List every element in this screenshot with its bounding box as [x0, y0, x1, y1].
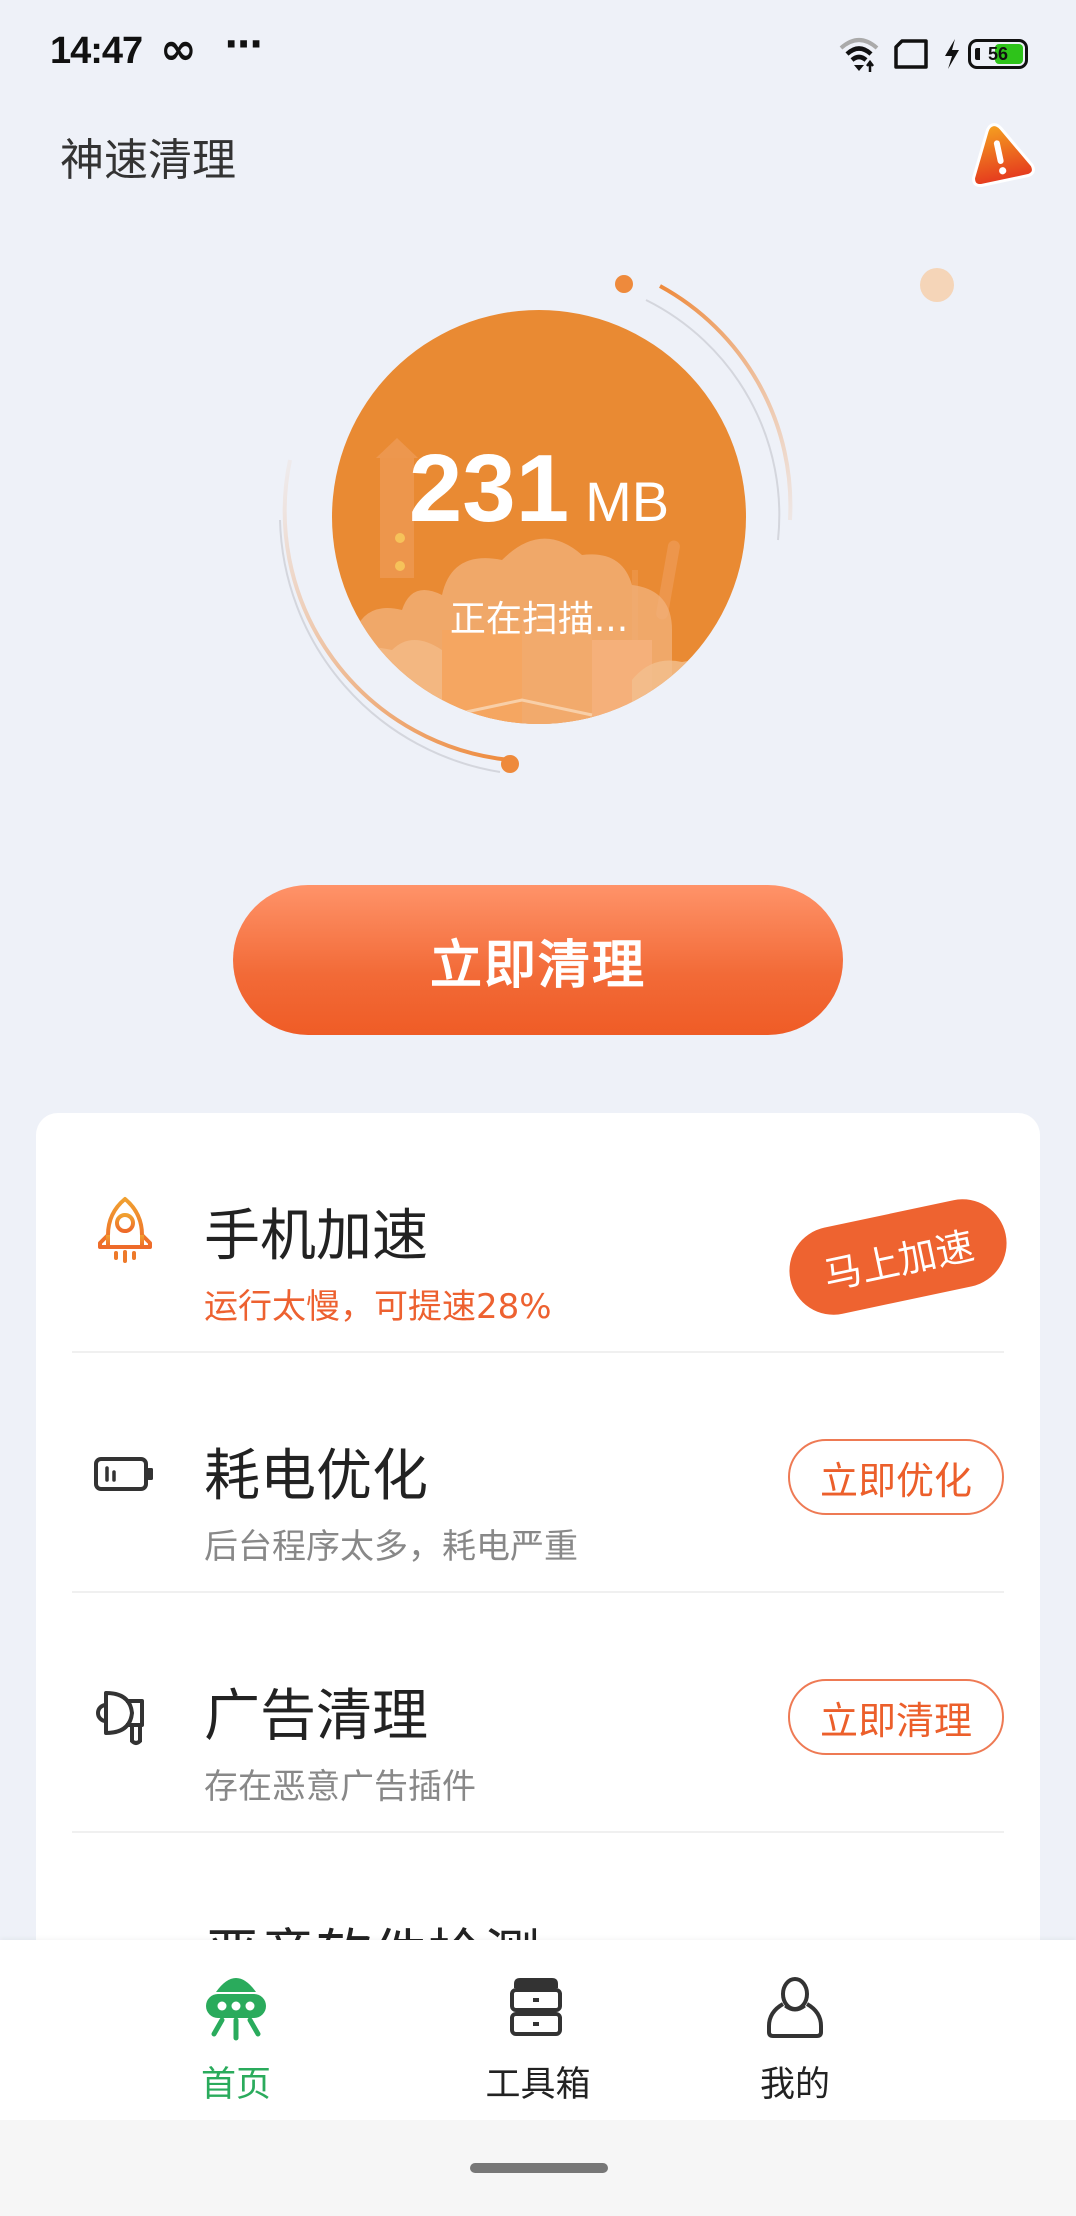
scan-size-unit: MB [585, 470, 670, 533]
battery-level: 56 [987, 43, 1009, 64]
megaphone-icon [96, 1691, 144, 1745]
nav-tab-home[interactable]: 首页 [0, 1940, 358, 2120]
feature-row-battery[interactable]: 耗电优化 后台程序太多，耗电严重 立即优化 [36, 1353, 1040, 1593]
clean-ads-button[interactable]: 立即清理 [788, 1679, 1004, 1755]
app-title: 神速清理 [60, 135, 236, 186]
battery-indicator: 56 [968, 39, 1028, 69]
feature-row-boost[interactable]: 手机加速 运行太慢，可提速28% 马上加速 [36, 1113, 1040, 1353]
bottom-nav: 首页 工具箱 我的 [0, 1940, 1076, 2120]
scan-status: 正在扫描... [449, 599, 629, 640]
ufo-home-icon [206, 1978, 266, 2041]
feature-subtitle: 运行太慢，可提速28% [204, 1287, 552, 1327]
rocket-icon [98, 1197, 152, 1263]
app-screen: 14:47 ∞ ··· 56 神速清理 231 MB 正在扫描... 立即清理 … [0, 0, 1076, 2216]
optimize-now-button[interactable]: 立即优化 [788, 1439, 1004, 1515]
home-gesture-handle[interactable] [470, 2163, 608, 2173]
feature-title: 手机加速 [204, 1204, 428, 1269]
nav-label: 我的 [759, 2065, 830, 2105]
battery-icon: 56 [968, 39, 1028, 69]
feature-list-card: 手机加速 运行太慢，可提速28% 马上加速 耗电优化 后台程序太多，耗电严重 立… [36, 1113, 1040, 2131]
feature-title: 广告清理 [204, 1684, 428, 1749]
ring-dot-top [615, 275, 633, 293]
status-icons: 56 [839, 34, 1028, 74]
feature-row-ads[interactable]: 广告清理 存在恶意广告插件 立即清理 [36, 1593, 1040, 1833]
charging-bolt-icon [945, 39, 959, 69]
battery-low-icon [94, 1457, 153, 1491]
warning-button[interactable] [964, 118, 1036, 190]
feature-title: 耗电优化 [204, 1444, 428, 1509]
warning-triangle-icon [972, 123, 1035, 188]
nav-label: 首页 [200, 2065, 272, 2105]
infinity-icon: ∞ [160, 24, 197, 75]
scan-size-readout: 231 MB [332, 434, 746, 544]
ring-dot-bottom [501, 755, 519, 773]
boost-now-button[interactable]: 马上加速 [781, 1191, 1015, 1323]
scan-size-value: 231 [408, 435, 570, 542]
status-bar: 14:47 ∞ ··· 56 [0, 0, 1076, 110]
status-time: 14:47 [50, 30, 143, 72]
nav-tab-profile[interactable]: 我的 [718, 1940, 1076, 2120]
decorative-dot [920, 268, 954, 302]
sim-card-icon [894, 39, 928, 69]
user-profile-icon [767, 1977, 823, 2038]
more-notifications-icon: ··· [224, 22, 263, 66]
wifi-icon [839, 38, 879, 72]
feature-subtitle: 后台程序太多，耗电严重 [204, 1527, 578, 1567]
clean-now-button[interactable]: 立即清理 [233, 885, 843, 1035]
scan-gauge: 231 MB 正在扫描... [270, 260, 810, 800]
scan-circle: 231 MB 正在扫描... [332, 310, 746, 724]
feature-subtitle: 存在恶意广告插件 [204, 1767, 476, 1807]
toolbox-drawer-icon [510, 1978, 562, 2036]
